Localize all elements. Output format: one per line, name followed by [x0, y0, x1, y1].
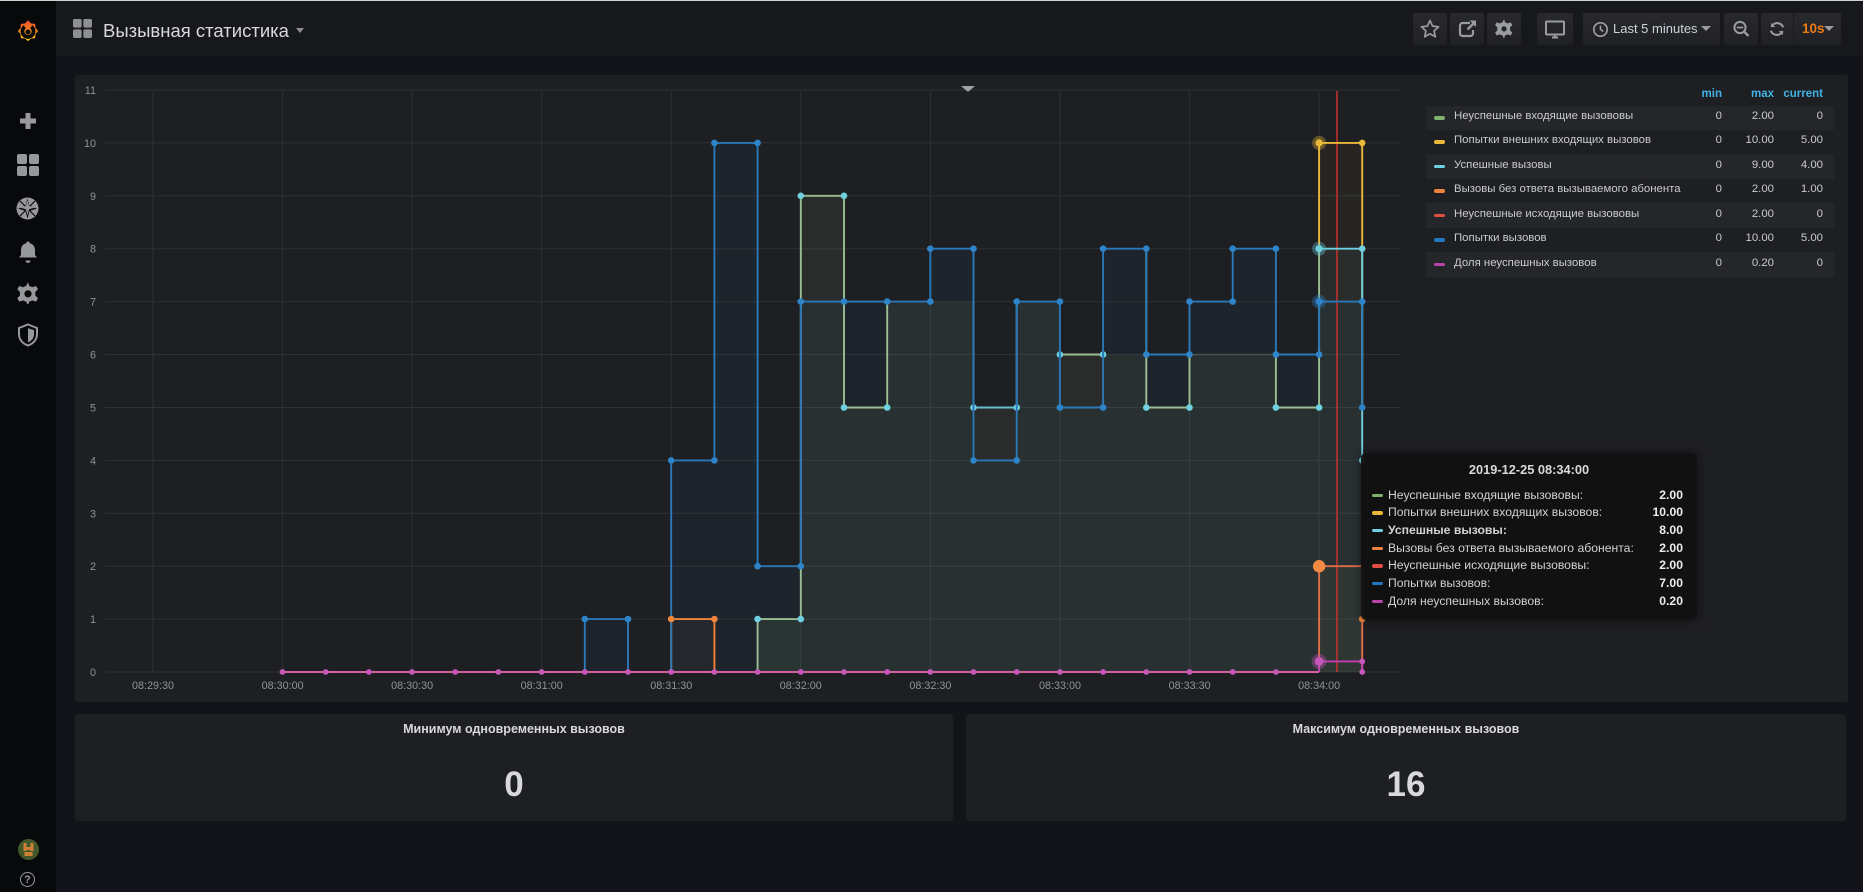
svg-text:08:34:00: 08:34:00 [1298, 680, 1340, 692]
svg-text:10: 10 [84, 138, 96, 150]
svg-text:11: 11 [85, 85, 96, 97]
svg-text:4: 4 [90, 455, 96, 467]
svg-text:08:33:30: 08:33:30 [1169, 680, 1211, 692]
svg-text:08:30:00: 08:30:00 [262, 680, 304, 692]
svg-text:08:31:30: 08:31:30 [650, 680, 692, 692]
svg-text:3: 3 [90, 508, 96, 520]
svg-text:9: 9 [90, 191, 96, 203]
svg-text:08:32:00: 08:32:00 [780, 680, 822, 692]
svg-text:2: 2 [90, 561, 96, 573]
svg-text:08:31:00: 08:31:00 [521, 680, 563, 692]
svg-text:5: 5 [90, 403, 96, 415]
svg-text:08:29:30: 08:29:30 [132, 680, 174, 692]
svg-text:08:32:30: 08:32:30 [909, 680, 951, 692]
svg-text:0: 0 [90, 667, 96, 679]
svg-text:1: 1 [90, 614, 96, 626]
svg-text:6: 6 [90, 350, 96, 362]
svg-text:08:33:00: 08:33:00 [1039, 680, 1081, 692]
svg-text:08:30:30: 08:30:30 [391, 680, 433, 692]
svg-text:7: 7 [90, 297, 96, 309]
svg-text:8: 8 [90, 244, 96, 256]
